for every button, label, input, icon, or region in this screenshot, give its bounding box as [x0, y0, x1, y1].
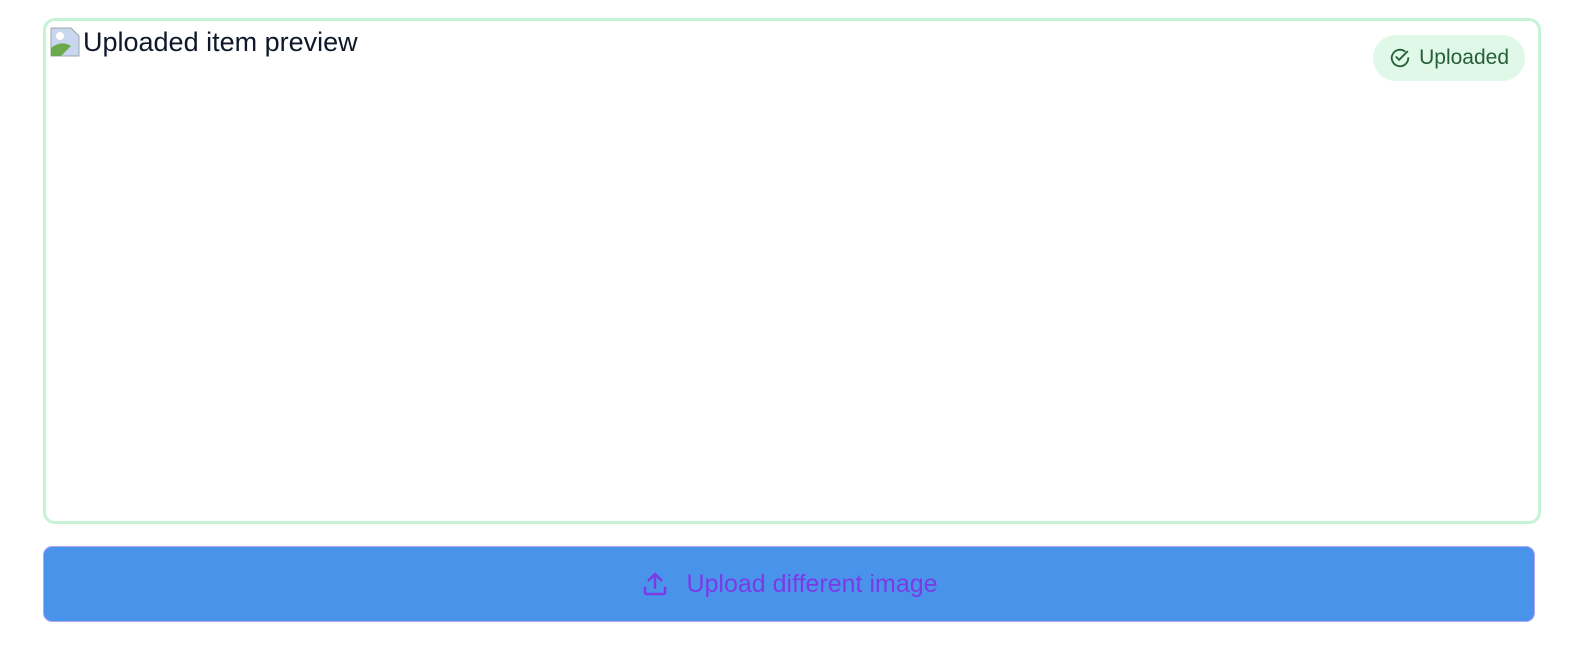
status-badge: Uploaded	[1373, 35, 1525, 81]
image-preview-frame: Uploaded item preview Uploaded	[43, 18, 1541, 524]
image-alt-text: Uploaded item preview	[83, 26, 358, 57]
status-badge-label: Uploaded	[1419, 46, 1509, 69]
broken-image-icon	[50, 27, 80, 57]
check-circle-icon	[1390, 48, 1410, 68]
upload-button-label: Upload different image	[686, 569, 938, 598]
image-preview: Uploaded item preview	[49, 26, 358, 58]
upload-different-image-button[interactable]: Upload different image	[43, 546, 1535, 622]
upload-icon	[644, 572, 667, 596]
